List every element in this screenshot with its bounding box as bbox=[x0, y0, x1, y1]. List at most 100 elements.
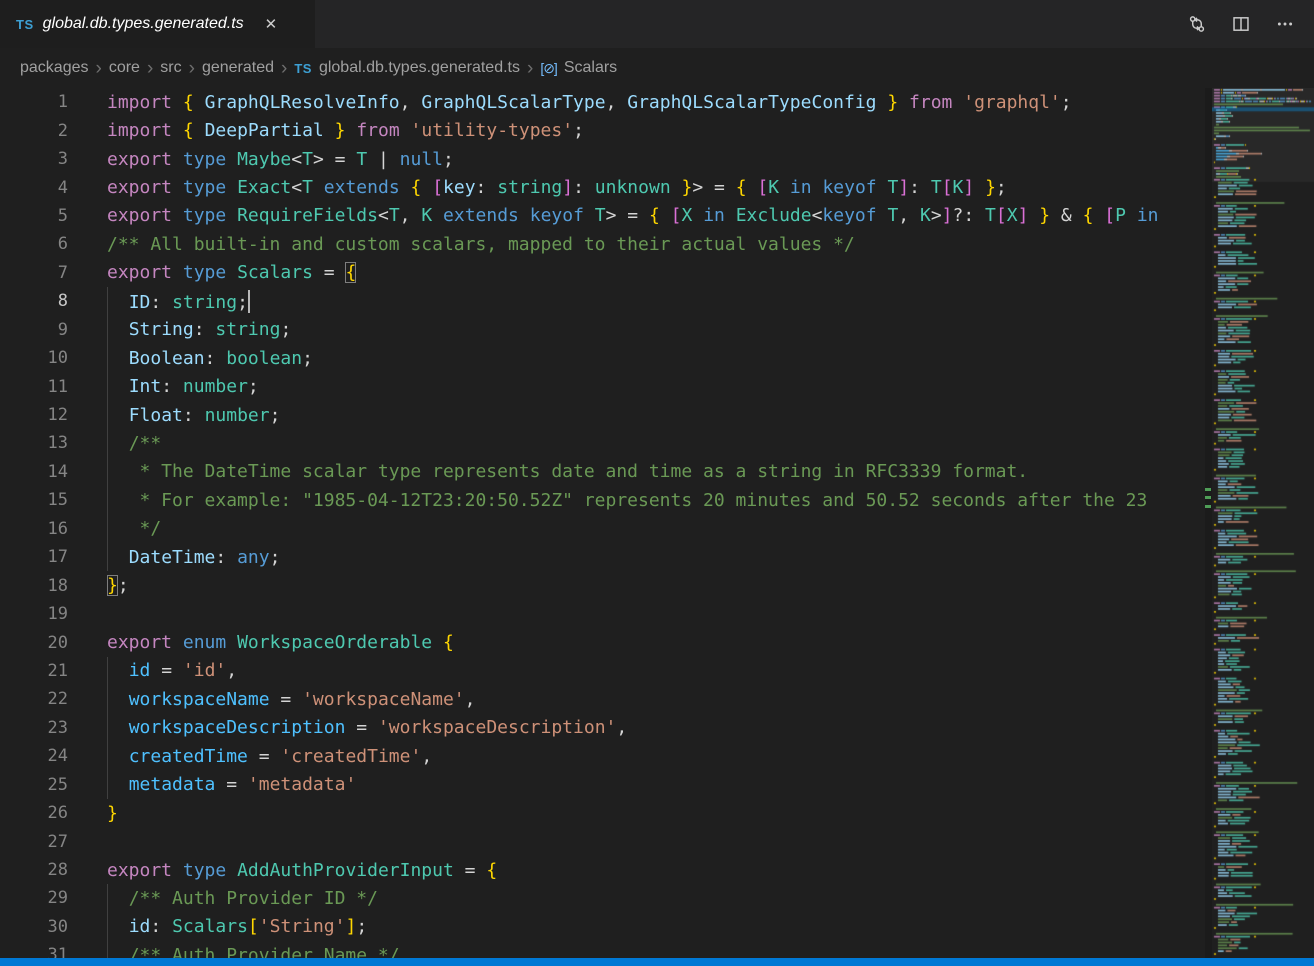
breadcrumb-separator-icon: › bbox=[189, 59, 195, 78]
code-editor[interactable]: 1 import { GraphQLResolveInfo, GraphQLSca… bbox=[0, 88, 1212, 966]
code-line-24[interactable]: 24 createdTime = 'createdTime', bbox=[0, 742, 1212, 770]
line-number[interactable]: 3 bbox=[0, 149, 68, 169]
more-actions-icon[interactable] bbox=[1276, 15, 1294, 33]
code-line-26[interactable]: 26} bbox=[0, 799, 1212, 827]
code-line-5[interactable]: 5 export type RequireFields<T, K extends … bbox=[0, 202, 1212, 230]
code-text: String: string; bbox=[107, 319, 291, 340]
line-number[interactable]: 7 bbox=[0, 263, 68, 283]
code-text: Float: number; bbox=[107, 405, 280, 426]
code-line-27[interactable]: 27 bbox=[0, 827, 1212, 855]
tab-global-db-types[interactable]: TS global.db.types.generated.ts ✕ bbox=[0, 0, 315, 48]
code-line-7[interactable]: 7 export type Scalars = { bbox=[0, 259, 1212, 287]
line-number[interactable]: 25 bbox=[0, 775, 68, 795]
symbol-type-icon: [⊘] bbox=[540, 60, 557, 77]
code-line-14[interactable]: 14 * The DateTime scalar type represents… bbox=[0, 458, 1212, 486]
indent-guide bbox=[107, 429, 108, 457]
minimap[interactable] bbox=[1212, 88, 1314, 958]
code-text: * For example: "1985-04-12T23:20:50.52Z"… bbox=[107, 490, 1147, 511]
code-line-17[interactable]: 17 DateTime: any; bbox=[0, 543, 1212, 571]
line-number[interactable]: 20 bbox=[0, 633, 68, 653]
code-line-22[interactable]: 22 workspaceName = 'workspaceName', bbox=[0, 685, 1212, 713]
code-line-16[interactable]: 16 */ bbox=[0, 515, 1212, 543]
code-line-25[interactable]: 25 metadata = 'metadata' bbox=[0, 771, 1212, 799]
line-number[interactable]: 8 bbox=[0, 291, 68, 311]
indent-guide bbox=[107, 486, 108, 514]
code-text: /** Auth Provider ID */ bbox=[107, 888, 378, 909]
breadcrumb-item-core[interactable]: core bbox=[109, 59, 140, 77]
code-line-18[interactable]: 18}; bbox=[0, 571, 1212, 599]
code-line-21[interactable]: 21 id = 'id', bbox=[0, 657, 1212, 685]
line-number[interactable]: 26 bbox=[0, 803, 68, 823]
line-number[interactable]: 4 bbox=[0, 178, 68, 198]
indent-guide bbox=[107, 344, 108, 372]
line-number[interactable]: 14 bbox=[0, 462, 68, 482]
close-tab-icon[interactable]: ✕ bbox=[261, 13, 282, 35]
code-text: export type Scalars = { bbox=[107, 262, 356, 283]
line-number[interactable]: 6 bbox=[0, 234, 68, 254]
open-changes-icon[interactable] bbox=[1188, 15, 1206, 33]
indent-guide bbox=[107, 771, 108, 799]
vscode-window: TS global.db.types.generated.ts ✕ bbox=[0, 0, 1314, 966]
breadcrumb-item-scalars[interactable]: [⊘]Scalars bbox=[540, 59, 617, 77]
line-number[interactable]: 13 bbox=[0, 433, 68, 453]
line-number[interactable]: 2 bbox=[0, 121, 68, 141]
code-line-8[interactable]: 8 ID: string; bbox=[0, 287, 1212, 315]
line-number[interactable]: 16 bbox=[0, 519, 68, 539]
line-number[interactable]: 1 bbox=[0, 92, 68, 112]
code-line-30[interactable]: 30 id: Scalars['String']; bbox=[0, 913, 1212, 941]
line-number[interactable]: 10 bbox=[0, 348, 68, 368]
line-number[interactable]: 30 bbox=[0, 917, 68, 937]
code-text: import { GraphQLResolveInfo, GraphQLScal… bbox=[107, 92, 1072, 113]
code-line-23[interactable]: 23 workspaceDescription = 'workspaceDesc… bbox=[0, 714, 1212, 742]
line-number[interactable]: 15 bbox=[0, 490, 68, 510]
line-number[interactable]: 9 bbox=[0, 320, 68, 340]
line-number[interactable]: 29 bbox=[0, 888, 68, 908]
code-line-9[interactable]: 9 String: string; bbox=[0, 316, 1212, 344]
code-line-11[interactable]: 11 Int: number; bbox=[0, 372, 1212, 400]
breadcrumb-item-packages[interactable]: packages bbox=[20, 59, 89, 77]
code-line-13[interactable]: 13 /** bbox=[0, 429, 1212, 457]
tab-title: global.db.types.generated.ts bbox=[43, 15, 244, 33]
code-text: export enum WorkspaceOrderable { bbox=[107, 632, 454, 653]
code-line-28[interactable]: 28export type AddAuthProviderInput = { bbox=[0, 856, 1212, 884]
indent-guide bbox=[107, 742, 108, 770]
code-text: Int: number; bbox=[107, 376, 259, 397]
line-number[interactable]: 22 bbox=[0, 689, 68, 709]
line-number[interactable]: 5 bbox=[0, 206, 68, 226]
code-text: }; bbox=[107, 575, 129, 596]
code-text: * The DateTime scalar type represents da… bbox=[107, 461, 1028, 482]
line-number[interactable]: 23 bbox=[0, 718, 68, 738]
line-number[interactable]: 17 bbox=[0, 547, 68, 567]
line-number[interactable]: 28 bbox=[0, 860, 68, 880]
split-editor-icon[interactable] bbox=[1232, 15, 1250, 33]
code-line-10[interactable]: 10 Boolean: boolean; bbox=[0, 344, 1212, 372]
line-number[interactable]: 21 bbox=[0, 661, 68, 681]
editor-actions bbox=[1188, 0, 1314, 48]
code-text: export type RequireFields<T, K extends k… bbox=[107, 205, 1169, 226]
line-number[interactable]: 19 bbox=[0, 604, 68, 624]
breadcrumb-separator-icon: › bbox=[281, 59, 287, 78]
indent-guide bbox=[107, 401, 108, 429]
code-line-1[interactable]: 1 import { GraphQLResolveInfo, GraphQLSca… bbox=[0, 88, 1212, 116]
line-number[interactable]: 24 bbox=[0, 746, 68, 766]
breadcrumb-item-src[interactable]: src bbox=[160, 59, 181, 77]
breadcrumb-item-generated[interactable]: generated bbox=[202, 59, 274, 77]
code-text: import { DeepPartial } from 'utility-typ… bbox=[107, 120, 584, 141]
code-text: Boolean: boolean; bbox=[107, 348, 313, 369]
code-line-2[interactable]: 2 import { DeepPartial } from 'utility-ty… bbox=[0, 116, 1212, 144]
code-line-15[interactable]: 15 * For example: "1985-04-12T23:20:50.5… bbox=[0, 486, 1212, 514]
code-line-6[interactable]: 6/** All built-in and custom scalars, ma… bbox=[0, 230, 1212, 258]
typescript-file-icon: TS bbox=[294, 61, 312, 76]
line-number[interactable]: 18 bbox=[0, 576, 68, 596]
line-number[interactable]: 12 bbox=[0, 405, 68, 425]
code-line-4[interactable]: 4export type Exact<T extends { [key: str… bbox=[0, 173, 1212, 201]
line-number[interactable]: 11 bbox=[0, 377, 68, 397]
line-number[interactable]: 27 bbox=[0, 832, 68, 852]
code-text: workspaceName = 'workspaceName', bbox=[107, 689, 476, 710]
code-line-29[interactable]: 29 /** Auth Provider ID */ bbox=[0, 884, 1212, 912]
breadcrumb-item-global-db-types-generated-ts[interactable]: TSglobal.db.types.generated.ts bbox=[294, 59, 520, 77]
code-line-19[interactable]: 19 bbox=[0, 600, 1212, 628]
code-line-3[interactable]: 3export type Maybe<T> = T | null; bbox=[0, 145, 1212, 173]
code-line-12[interactable]: 12 Float: number; bbox=[0, 401, 1212, 429]
code-line-20[interactable]: 20 export enum WorkspaceOrderable { bbox=[0, 628, 1212, 656]
